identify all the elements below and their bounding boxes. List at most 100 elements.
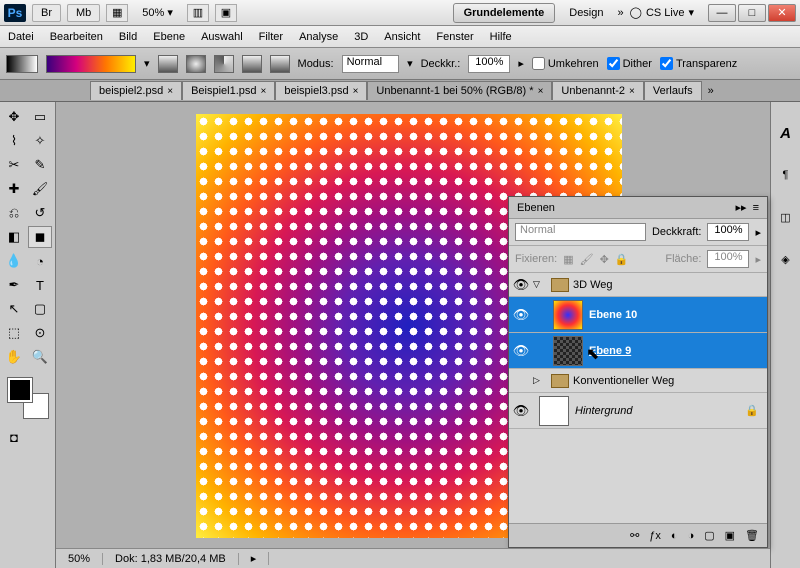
visibility-icon[interactable]: 👁 [509, 307, 533, 323]
marquee-tool[interactable]: ▭ [28, 106, 52, 128]
adjustment-layer-icon[interactable]: ◑ [688, 530, 695, 542]
zoom-display[interactable]: 50% ▾ [134, 4, 181, 21]
doc-tab-active[interactable]: Unbenannt-1 bei 50% (RGB/8) *× [367, 81, 552, 100]
opacity-flyout[interactable]: ▸ [755, 226, 761, 239]
layer-row[interactable]: 👁 Hintergrund 🔒 [509, 393, 767, 429]
group-toggle-icon[interactable]: ▽ [533, 279, 547, 290]
panel-title[interactable]: Ebenen [517, 202, 555, 214]
layer-row-selected[interactable]: 👁 Ebene 10 [509, 297, 767, 333]
gradient-dropdown[interactable]: ▾ [144, 57, 150, 70]
eraser-tool[interactable]: ◧ [2, 226, 26, 248]
brush-tool[interactable]: 🖌 [28, 178, 52, 200]
doc-tab[interactable]: Unbenannt-2× [552, 81, 643, 100]
opacity-input[interactable]: 100% [468, 55, 510, 73]
visibility-icon[interactable]: 👁 [509, 343, 533, 359]
gradient-picker[interactable] [46, 55, 136, 73]
layer-group[interactable]: 👁 ▽ 3D Weg [509, 273, 767, 297]
shape-tool[interactable]: ▢ [28, 298, 52, 320]
menu-fenster[interactable]: Fenster [436, 31, 473, 43]
layer-fx-icon[interactable]: ƒx [649, 530, 661, 542]
dither-checkbox[interactable]: Dither [607, 57, 652, 70]
menu-analyse[interactable]: Analyse [299, 31, 338, 43]
mode-dropdown-icon[interactable]: ▾ [407, 57, 413, 70]
gradient-reflected[interactable] [242, 55, 262, 73]
paragraph-panel-icon[interactable]: ¶ [775, 164, 797, 186]
blend-mode-select[interactable]: Normal [342, 55, 399, 73]
navigator-panel-icon[interactable]: ◫ [775, 206, 797, 228]
camera-tool[interactable]: ⊙ [28, 322, 52, 344]
gradient-tool[interactable]: ◼ [28, 226, 52, 248]
close-icon[interactable]: × [353, 86, 359, 97]
menu-3d[interactable]: 3D [354, 31, 368, 43]
workspace-grundelemente[interactable]: Grundelemente [453, 3, 556, 23]
bridge-button[interactable]: Br [32, 4, 61, 22]
history-tool[interactable]: ↺ [28, 202, 52, 224]
minimize-button[interactable]: — [708, 4, 736, 22]
extras-icon[interactable]: ▦ [106, 4, 128, 22]
opacity-arrow[interactable]: ▸ [518, 57, 524, 70]
layer-group[interactable]: ▷ Konventioneller Weg [509, 369, 767, 393]
hand-tool[interactable]: ✋ [2, 346, 26, 368]
layer-name[interactable]: Konventioneller Weg [573, 375, 767, 387]
path-tool[interactable]: ↖ [2, 298, 26, 320]
crop-tool[interactable]: ✂ [2, 154, 26, 176]
gradient-radial[interactable] [186, 55, 206, 73]
zoom-tool[interactable]: 🔍 [28, 346, 52, 368]
visibility-icon[interactable]: 👁 [509, 277, 533, 293]
close-icon[interactable]: × [629, 86, 635, 97]
menu-filter[interactable]: Filter [259, 31, 283, 43]
visibility-icon[interactable]: 👁 [509, 403, 533, 419]
tool-preset[interactable] [6, 55, 38, 73]
layer-thumbnail[interactable] [553, 300, 583, 330]
layer-fill-input[interactable]: 100% [707, 250, 749, 268]
lock-all-icon[interactable]: 🔒 [615, 253, 629, 266]
blur-tool[interactable]: 💧 [2, 250, 26, 272]
gradient-linear[interactable] [158, 55, 178, 73]
menu-ebene[interactable]: Ebene [153, 31, 185, 43]
menu-hilfe[interactable]: Hilfe [490, 31, 512, 43]
close-icon[interactable]: × [538, 86, 544, 97]
arrange-icon[interactable]: ▥ [187, 4, 209, 22]
lock-pixels-icon[interactable]: 🖌 [580, 253, 594, 266]
type-tool[interactable]: T [28, 274, 52, 296]
3d-tool[interactable]: ⬚ [2, 322, 26, 344]
screenmode-icon[interactable]: ▣ [215, 4, 237, 22]
gradient-diamond[interactable] [270, 55, 290, 73]
menu-bearbeiten[interactable]: Bearbeiten [50, 31, 103, 43]
panel-collapse-icon[interactable]: ▸▸ [736, 201, 747, 214]
doc-tab[interactable]: beispiel2.psd× [90, 81, 182, 100]
menu-bild[interactable]: Bild [119, 31, 137, 43]
layer-row-selected[interactable]: 👁 Ebene 9 [509, 333, 767, 369]
menu-ansicht[interactable]: Ansicht [384, 31, 420, 43]
character-panel-icon[interactable]: A [775, 122, 797, 144]
new-layer-icon[interactable]: ▣ [725, 529, 735, 542]
heal-tool[interactable]: ✚ [2, 178, 26, 200]
layer-name[interactable]: 3D Weg [573, 279, 767, 291]
close-icon[interactable]: × [167, 86, 173, 97]
wand-tool[interactable]: ✧ [28, 130, 52, 152]
lock-transparency-icon[interactable]: ▦ [563, 253, 573, 266]
gradient-angle[interactable] [214, 55, 234, 73]
layer-thumbnail[interactable] [553, 336, 583, 366]
close-icon[interactable]: × [261, 86, 267, 97]
cslive-button[interactable]: ◯ CS Live ▾ [630, 6, 694, 19]
layer-thumbnail[interactable] [539, 396, 569, 426]
move-tool[interactable]: ✥ [2, 106, 26, 128]
doc-tab[interactable]: Beispiel1.psd× [182, 81, 275, 100]
group-toggle-icon[interactable]: ▷ [533, 375, 547, 386]
eyedropper-tool[interactable]: ✎ [28, 154, 52, 176]
color-swatches[interactable] [8, 378, 48, 418]
lasso-tool[interactable]: ⌇ [2, 130, 26, 152]
menu-auswahl[interactable]: Auswahl [201, 31, 243, 43]
layer-blend-select[interactable]: Normal [515, 223, 646, 241]
doc-tab[interactable]: Verlaufs [644, 81, 702, 100]
status-doc-size[interactable]: Dok: 1,83 MB/20,4 MB [103, 553, 239, 565]
stamp-tool[interactable]: ⎌ [2, 202, 26, 224]
reverse-checkbox[interactable]: Umkehren [532, 57, 599, 70]
quickmask-button[interactable]: ◘ [2, 426, 26, 448]
foreground-color[interactable] [8, 378, 32, 402]
doc-tab[interactable]: beispiel3.psd× [275, 81, 367, 100]
layer-name[interactable]: Ebene 9 [589, 345, 767, 357]
delete-layer-icon[interactable]: 🗑 [745, 529, 759, 542]
pen-tool[interactable]: ✒ [2, 274, 26, 296]
